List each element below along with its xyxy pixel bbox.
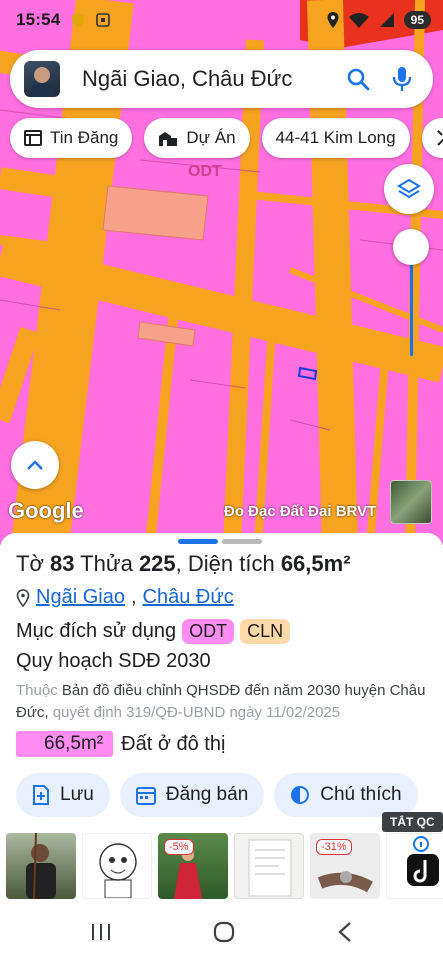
search-input[interactable]: Ngãi Giao, Châu Đức — [82, 66, 341, 92]
avatar[interactable] — [24, 61, 60, 97]
post-sale-label: Đăng bán — [165, 784, 249, 805]
map-credit: Đo Đạc Đất Đai BRVT — [224, 503, 377, 520]
chip-kim-long[interactable]: 44-41 Kim Long — [261, 118, 410, 158]
measure-icon — [436, 130, 443, 146]
streetview-thumbnail[interactable] — [390, 480, 432, 524]
chip-tin-dang[interactable]: Tin Đăng — [10, 118, 133, 158]
chip-du-an[interactable]: Dự Án — [144, 118, 250, 158]
ad-document-image — [248, 839, 292, 897]
expand-sheet-button[interactable] — [11, 441, 59, 489]
home-icon[interactable] — [212, 920, 236, 944]
ad-item[interactable] — [6, 833, 76, 899]
building-icon — [159, 132, 178, 146]
tiktok-icon — [407, 836, 439, 886]
sheet-handle[interactable] — [178, 539, 262, 544]
parcel-location: Ngãi Giao, Châu Đức — [16, 586, 234, 609]
chip-label: Tin Đăng — [50, 128, 119, 147]
save-plus-icon — [33, 785, 49, 805]
chip-label: Dự Án — [186, 128, 236, 147]
ad-item[interactable]: -5% — [158, 833, 228, 899]
status-time: 15:54 — [16, 10, 61, 29]
screenshot-icon — [96, 13, 111, 27]
legend-button[interactable]: Chú thích — [274, 773, 418, 817]
search-bar[interactable]: Ngãi Giao, Châu Đức — [10, 50, 433, 108]
planning-description: Thuộc Bản đồ điều chỉnh QHSDĐ đến năm 20… — [16, 680, 426, 724]
commune-link[interactable]: Ngãi Giao — [36, 586, 125, 609]
ad-item[interactable] — [82, 833, 152, 899]
sheet-number: 83 — [49, 551, 75, 576]
tag-cln[interactable]: CLN — [240, 619, 291, 644]
ad-item[interactable] — [386, 833, 443, 899]
location-sep: , — [130, 586, 137, 608]
opacity-slider-track[interactable] — [410, 250, 413, 356]
tag-odt[interactable]: ODT — [182, 619, 235, 644]
parcel-number: 225 — [138, 551, 176, 576]
area-type: Đất ở đô thị — [121, 732, 226, 755]
wifi-icon — [348, 13, 369, 28]
filter-chips: Tin Đăng Dự Án 44-41 Kim Long c — [10, 118, 443, 158]
chip-measure[interactable]: c — [421, 118, 443, 158]
ads-close-button[interactable]: TẮT QC — [382, 812, 443, 832]
purpose-label: Mục đích sử dụng — [16, 620, 177, 642]
layers-button[interactable] — [384, 164, 434, 214]
battery-indicator: 95 — [403, 11, 431, 29]
chip-label: 44-41 Kim Long — [275, 128, 396, 147]
save-button[interactable]: Lưu — [16, 773, 110, 817]
search-icon[interactable] — [341, 62, 375, 96]
discount-badge: -31% — [316, 839, 352, 855]
location-pin-icon — [16, 588, 30, 607]
area-value: 66,5m² — [16, 731, 114, 757]
contrast-icon — [291, 786, 310, 804]
ads-strip: -5% -31% — [0, 833, 443, 901]
save-label: Lưu — [60, 784, 94, 805]
system-nav-bar — [0, 903, 443, 960]
back-icon[interactable] — [337, 921, 353, 943]
desc-prefix: Thuộc — [16, 682, 58, 699]
title-mid2: , Diện tích — [175, 551, 281, 576]
microphone-icon[interactable] — [385, 62, 419, 96]
signal-icon — [379, 13, 394, 27]
ad-item[interactable] — [234, 833, 304, 899]
shield-icon — [72, 13, 85, 27]
district-link[interactable]: Châu Đức — [143, 586, 234, 609]
status-bar: 15:54 95 — [0, 0, 443, 40]
title-prefix: Tờ — [16, 551, 50, 576]
title-mid1: Thửa — [74, 551, 139, 576]
desc-tail: quyết định 319/QĐ-UBND ngày 11/02/2025 — [52, 704, 341, 721]
planning-title: Quy hoạch SDĐ 2030 — [16, 650, 211, 672]
discount-badge: -5% — [164, 839, 194, 855]
list-icon — [24, 130, 42, 146]
legend-label: Chú thích — [320, 784, 402, 805]
ad-item[interactable]: -31% — [310, 833, 380, 899]
ad-person-image — [26, 833, 56, 899]
screen: ODT 15:54 95 Ngãi Giao, Châu Đức Tin Đăn… — [0, 0, 443, 960]
area-row: 66,5m² Đất ở đô thị — [16, 731, 225, 757]
status-icons-right: 95 — [326, 11, 431, 29]
zone-label: ODT — [188, 163, 222, 180]
google-logo: Google — [8, 498, 84, 523]
chevron-up-icon — [27, 460, 43, 470]
land-use-purpose: Mục đích sử dụng ODT CLN — [16, 619, 291, 644]
layers-icon — [397, 178, 421, 199]
calendar-icon — [135, 787, 156, 805]
recent-apps-icon[interactable] — [90, 922, 112, 942]
parcel-title: Tờ 83 Thửa 225, Diện tích 66,5m² — [16, 551, 351, 577]
parcel-area: 66,5m² — [280, 551, 351, 576]
ad-cartoon-image — [99, 843, 137, 898]
opacity-slider-knob[interactable] — [393, 229, 429, 265]
action-buttons: Lưu Đăng bán Chú thích — [16, 773, 418, 817]
post-sale-button[interactable]: Đăng bán — [119, 773, 265, 817]
status-icons-left — [70, 11, 112, 29]
parcel-sheet: Tờ 83 Thửa 225, Diện tích 66,5m² Ngãi Gi… — [0, 533, 443, 903]
location-icon — [327, 12, 339, 28]
